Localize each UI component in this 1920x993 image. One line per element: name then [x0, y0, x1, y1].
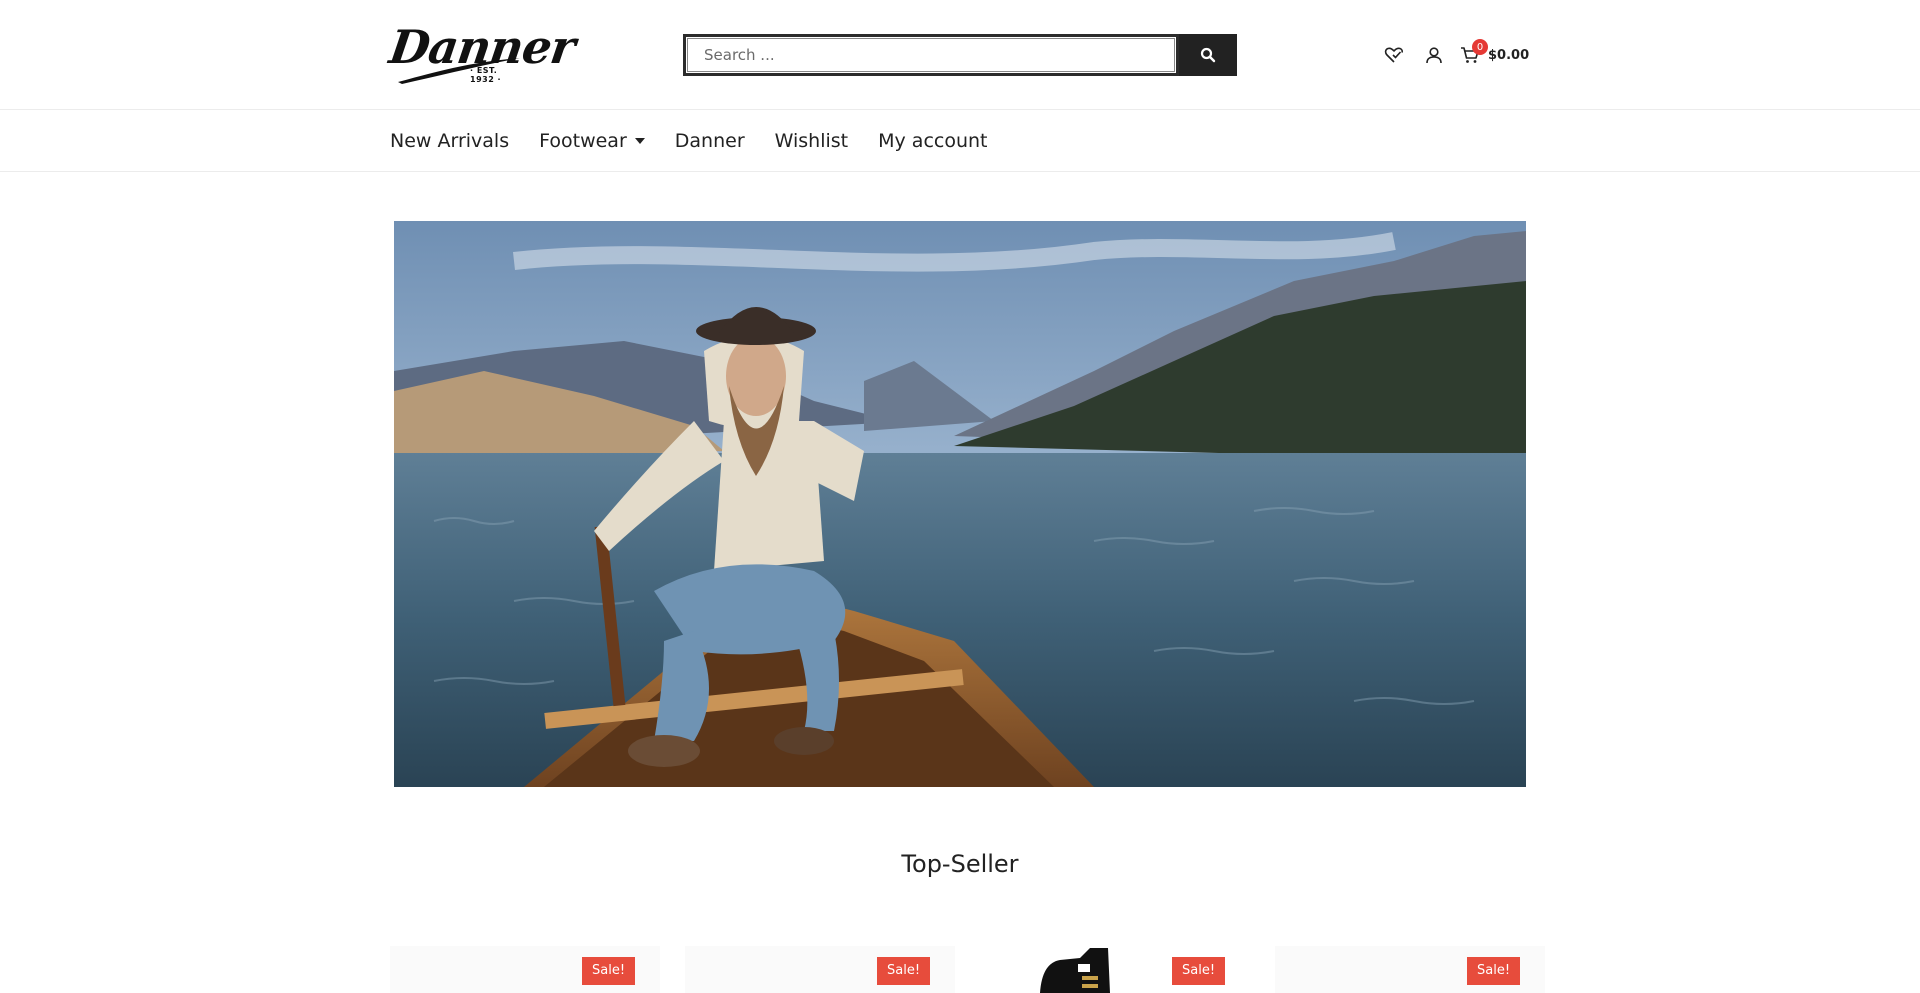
search-button[interactable]: [1179, 34, 1237, 76]
nav-label: My account: [878, 130, 988, 152]
main-navigation: New Arrivals Footwear Danner Wishlist My…: [0, 110, 1920, 172]
nav-label: Footwear: [539, 130, 627, 152]
caret-down-icon: [634, 138, 645, 144]
header-actions: 0 $0.00: [1380, 39, 1530, 70]
search-icon: [1200, 47, 1216, 63]
nav-item-danner[interactable]: Danner: [675, 130, 745, 152]
cart-button[interactable]: 0 $0.00: [1460, 39, 1530, 65]
sale-badge: Sale!: [1467, 957, 1521, 985]
nav-item-wishlist[interactable]: Wishlist: [775, 130, 849, 152]
logo-tagline: · EST. 1932 ·: [470, 66, 502, 84]
nav-item-my-account[interactable]: My account: [878, 130, 987, 152]
boot-product-image: [1040, 948, 1110, 993]
product-grid: Sale! Sale! Sale! Sale!: [390, 946, 1545, 993]
sale-badge: Sale!: [1172, 957, 1226, 985]
search-form: [683, 34, 1237, 76]
product-card[interactable]: Sale!: [685, 946, 955, 993]
cart-count-badge: 0: [1472, 39, 1488, 55]
sale-badge: Sale!: [877, 957, 931, 985]
section-title-top-seller: Top-Seller: [901, 850, 1019, 878]
nav-label: Danner: [674, 130, 745, 152]
danner-logo[interactable]: Danner · EST. 1932 ·: [386, 20, 578, 86]
user-icon: [1426, 47, 1442, 64]
account-button[interactable]: [1422, 43, 1446, 67]
wishlist-heart-icon: [1384, 47, 1403, 63]
sale-badge: Sale!: [582, 957, 636, 985]
nav-label: Wishlist: [774, 130, 849, 152]
nav-item-new-arrivals[interactable]: New Arrivals: [390, 130, 509, 152]
cart-total: $0.00: [1488, 47, 1530, 63]
nav-item-footwear[interactable]: Footwear: [539, 130, 645, 152]
nav-label: New Arrivals: [390, 130, 510, 152]
hero-photo: [394, 221, 1526, 787]
product-card[interactable]: Sale!: [980, 946, 1250, 993]
product-card[interactable]: Sale!: [1275, 946, 1545, 993]
hero-banner-image[interactable]: [394, 221, 1526, 787]
search-input[interactable]: [683, 34, 1179, 76]
wishlist-button[interactable]: [1382, 43, 1406, 67]
product-card[interactable]: Sale!: [390, 946, 660, 993]
site-header: Danner · EST. 1932 · Search ... 0 $0.00: [0, 0, 1920, 110]
